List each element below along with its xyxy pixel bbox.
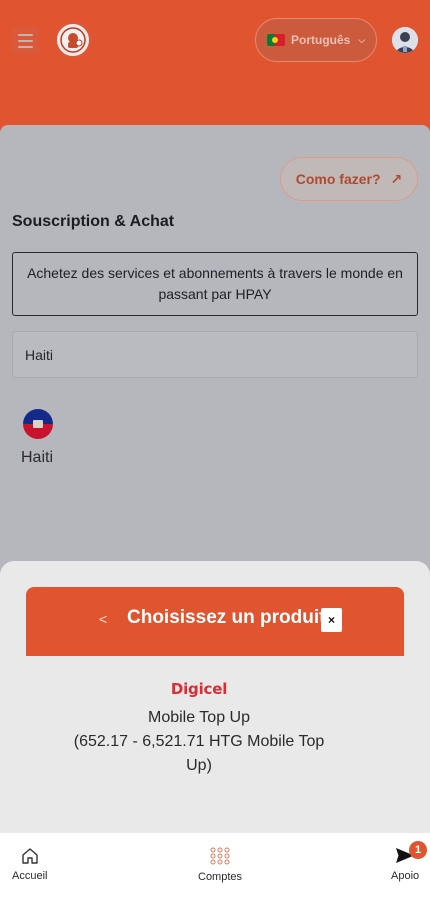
nav-label: Accueil xyxy=(12,870,48,882)
nav-item-accueil[interactable]: Accueil xyxy=(12,847,47,882)
country-item-haiti[interactable]: Haiti xyxy=(18,409,58,467)
hpay-logo-icon[interactable] xyxy=(55,22,91,58)
notification-badge: 1 xyxy=(409,841,427,859)
bottom-nav: Accueil Comptes Apoio 1 xyxy=(0,833,430,900)
sheet-title: Choisissez un produit xyxy=(127,607,326,628)
country-name: Haiti xyxy=(20,449,53,466)
sheet-header: < Choisissez un produit × xyxy=(26,587,404,656)
product-name: Mobile Top Up xyxy=(148,709,250,726)
how-to-button[interactable]: Como fazer? ↗ xyxy=(280,157,418,201)
section-title: Souscription & Achat xyxy=(12,213,175,230)
info-box: Achetez des services et abonnements à tr… xyxy=(12,252,418,316)
nav-label: Apoio xyxy=(391,870,420,882)
country-search-input[interactable]: Haiti xyxy=(12,331,418,378)
language-label: Português xyxy=(291,33,351,47)
home-icon xyxy=(22,848,38,864)
product-item[interactable]: Digicel Mobile Top Up (652.17 - 6,521.71… xyxy=(60,680,338,778)
nav-label: Comptes xyxy=(198,871,243,883)
product-range: (652.17 - 6,521.71 HTG Mobile Top Up) xyxy=(73,733,325,774)
back-button[interactable]: < xyxy=(99,611,107,627)
user-avatar-icon[interactable] xyxy=(392,27,418,53)
close-button[interactable]: × xyxy=(321,608,342,632)
nav-item-comptes[interactable]: Comptes xyxy=(198,847,242,883)
how-to-label: Como fazer? xyxy=(295,171,381,187)
external-link-icon: ↗ xyxy=(390,170,403,187)
portugal-flag-icon xyxy=(267,34,285,46)
hamburger-menu-icon[interactable] xyxy=(12,27,39,54)
nav-item-apoio[interactable]: Apoio 1 xyxy=(391,841,427,882)
digicel-logo: Digicel xyxy=(170,680,228,698)
haiti-flag-icon xyxy=(23,409,53,439)
grid-icon xyxy=(210,847,230,865)
language-selector[interactable]: Português ⌵ xyxy=(255,18,377,62)
chevron-down-icon: ⌵ xyxy=(358,34,366,45)
